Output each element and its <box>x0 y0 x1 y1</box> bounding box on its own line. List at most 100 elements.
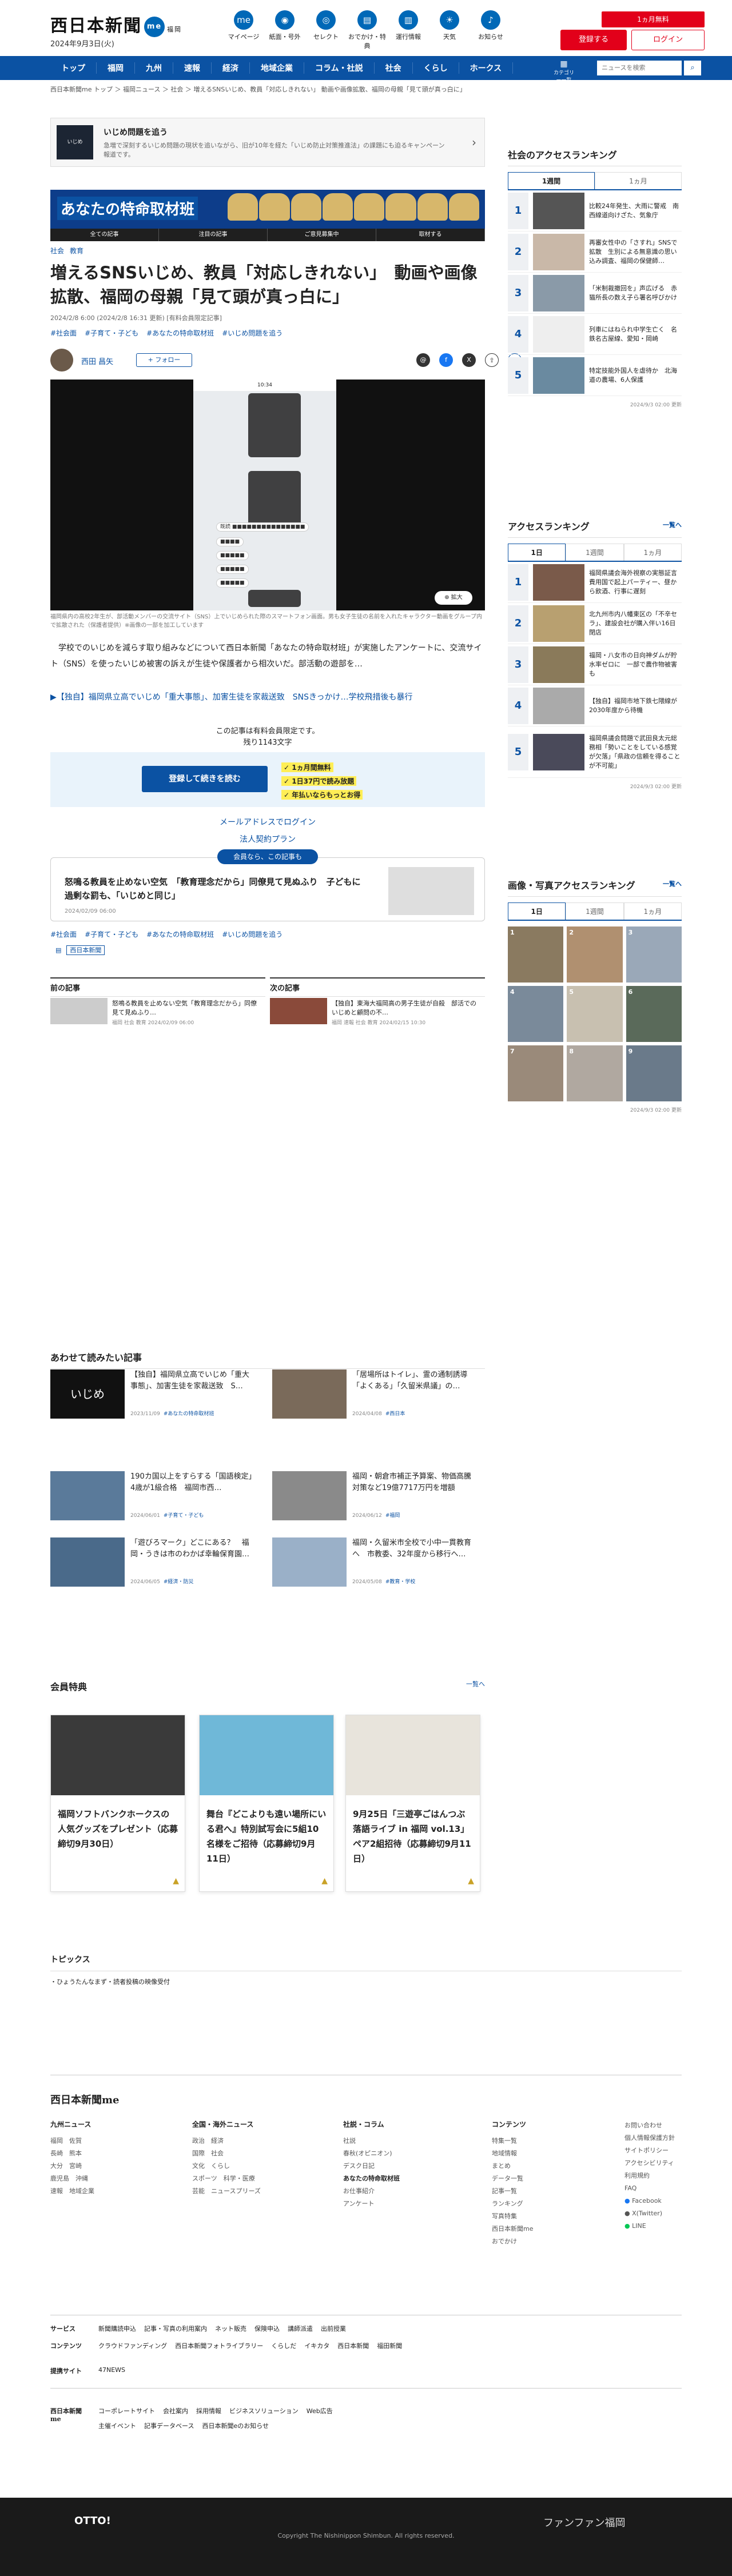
ranking-item[interactable]: 4 【独自】福岡市地下鉄七隈線が2030年度から待機 <box>508 685 682 726</box>
member-card[interactable]: 舞台『どこよりも遠い場所にいる君へ』特別試写会に5組10名様をご招待（応募締切9… <box>199 1715 334 1892</box>
threads-icon[interactable]: @ <box>416 353 430 367</box>
category-menu-button[interactable]: ▦ カテゴリー一覧 <box>554 59 574 83</box>
footer-links[interactable]: 政治 経済 国際 社会 文化 くらし スポーツ 科学・医療 芸能 ニュースプリーズ <box>192 2135 261 2198</box>
topics-item[interactable]: ・ひょうたんなまず・読者投稿の映像受付 <box>50 1971 682 1992</box>
tab-month[interactable]: 1ヵ月 <box>623 902 682 920</box>
nav-society[interactable]: 社会 <box>375 62 413 74</box>
tag-link[interactable]: #子育て・子ども <box>85 328 138 338</box>
author-name[interactable]: 西田 昌矢 <box>81 356 113 366</box>
tag-link[interactable]: #いじめ問題を追う <box>222 929 283 939</box>
tab-month[interactable]: 1ヵ月 <box>595 172 682 189</box>
paper-link[interactable]: ◉ 紙面・号外 <box>264 10 305 50</box>
ranking-item[interactable]: 1 比較24年発生、大雨に警戒 南西線道向けざた、気象庁 <box>508 190 682 231</box>
nav-life[interactable]: くらし <box>413 62 459 74</box>
tag-link[interactable]: #あなたの特命取材班 <box>146 328 214 338</box>
site-logo[interactable]: 西日本新聞 me 福岡 <box>50 11 182 37</box>
member-card[interactable]: 9月25日「三遊亭ごはんつぶ落語ライブ in 福岡 vol.13」ペア2組招待（… <box>345 1715 480 1892</box>
read-item[interactable]: 福岡・朝倉市補正予算案、物価高騰対策など19億7717万円を増額 2024/06/… <box>272 1471 484 1524</box>
photo-tile[interactable]: 2 <box>567 926 623 983</box>
read-item[interactable]: 「居場所はトイレ」、霊の通制誘導「よくある」「久留米県議」の… 2024/04/0… <box>272 1369 484 1422</box>
related-article-link[interactable]: ▶【独自】福岡県立高でいじめ「重大事態」、加害生徒を家裁送致 SNSきっかけ…学… <box>50 690 485 704</box>
x-icon[interactable]: X <box>462 353 476 367</box>
access-more-link[interactable]: 一覧へ <box>663 520 682 529</box>
footer-links[interactable]: お問い合わせ 個人情報保護方針 サイトポリシー アクセシビリティ 利用規約 FAQ ● Fa… <box>624 2119 675 2232</box>
tab-day[interactable]: 1日 <box>508 544 566 561</box>
footer-links[interactable]: 社説 春秋(オピニオン) デスク日記 あなたの特命取材班 お仕事紹介 アンケート <box>343 2135 400 2210</box>
train-link[interactable]: ▥ 運行情報 <box>388 10 429 50</box>
register-button[interactable]: 登録する <box>560 30 627 50</box>
ranking-item[interactable]: 5 福岡県議会問題で武田良太元総務相「勢いことをしている感覚が欠落」「県政の信頼を… <box>508 726 682 778</box>
nav-top[interactable]: トップ <box>50 62 97 74</box>
ijime-campaign-box[interactable]: いじめ いじめ問題を追う 急増で深刻するいじめ問題の現状を追いながら、旧が10年… <box>50 118 485 167</box>
ranking-item[interactable]: 4 列車にはねられ中学生亡く 名鉄名古屋線、愛知・岡崎 <box>508 314 682 355</box>
nav-local-business[interactable]: 地域企業 <box>250 62 304 74</box>
fanfan-logo[interactable]: ファンファン福岡 <box>543 2515 625 2530</box>
corporate-plan-link[interactable]: 法人契約プラン <box>50 833 485 845</box>
photo-tile[interactable]: 4 <box>508 986 564 1042</box>
tag-link[interactable]: #あなたの特命取材班 <box>146 929 214 939</box>
nav-hawks[interactable]: ホークス <box>459 62 514 74</box>
share-icon[interactable]: ⇪ <box>485 353 499 367</box>
category-education[interactable]: 教育 <box>70 247 83 255</box>
notice-link[interactable]: ♪ お知らせ <box>470 10 511 50</box>
tab-week[interactable]: 1週間 <box>566 902 624 920</box>
ranking-item[interactable]: 5 特定技能外国人を虐待か 北海道の農場、6人保護 <box>508 355 682 396</box>
photo-tile[interactable]: 8 <box>567 1045 623 1101</box>
photo-tile[interactable]: 9 <box>626 1045 682 1101</box>
zoom-button[interactable]: ⊕ 拡大 <box>435 591 472 605</box>
mypage-link[interactable]: me マイページ <box>223 10 264 50</box>
banner-menu-opinion[interactable]: ご意見募集中 <box>268 229 376 241</box>
ranking-item[interactable]: 2 北九州市内八幡東区の「不辛セラ」、建設会社が購入伴い16日閉店 <box>508 603 682 644</box>
members-more-link[interactable]: 一覧へ <box>466 1679 485 1688</box>
photo-tile[interactable]: 3 <box>626 926 682 983</box>
nav-fukuoka[interactable]: 福岡 <box>97 62 135 74</box>
read-item[interactable]: 福岡・久留米市全校で小中一貫教育へ 市教委、32年度から移行へ… 2024/05/… <box>272 1537 484 1590</box>
tag-link[interactable]: #子育て・子ども <box>85 929 138 939</box>
next-article[interactable]: 次の記事 【独自】東海大福岡高の男子生徒が自殺 部活でのいじめと顧問の不… 福岡… <box>270 977 485 1027</box>
nav-kyushu[interactable]: 九州 <box>135 62 173 74</box>
banner-menu-request[interactable]: 取材する <box>376 229 485 241</box>
otto-logo[interactable]: OTTO! <box>74 2515 111 2527</box>
source-label[interactable]: 西日本新聞 <box>66 945 105 955</box>
nav-economy[interactable]: 経済 <box>212 62 250 74</box>
search-icon[interactable]: ⌕ <box>684 61 701 75</box>
tag-link[interactable]: #社会面 <box>50 328 77 338</box>
tab-week[interactable]: 1週間 <box>566 544 624 561</box>
login-button[interactable]: ログイン <box>631 30 705 50</box>
tab-week[interactable]: 1週間 <box>508 172 595 189</box>
free-trial-button[interactable]: 1ヵ月無料 <box>602 11 705 27</box>
banner-menu-featured[interactable]: 注目の記事 <box>159 229 268 241</box>
read-item[interactable]: 190カ国以上をすらする「国語検定」4歳が1級合格 福岡市西… 2024/06/0… <box>50 1471 262 1524</box>
select-link[interactable]: ◎ セレクト <box>305 10 347 50</box>
follow-button[interactable]: + フォロー <box>136 353 192 367</box>
read-item[interactable]: 「遊びろマーク」どこにある？ 福岡・うきは市のわかば幸輪保育園… 2024/06/… <box>50 1537 262 1590</box>
photo-tile[interactable]: 5 <box>567 986 623 1042</box>
photo-tile[interactable]: 6 <box>626 986 682 1042</box>
ranking-item[interactable]: 3 「米制裁撤回を」声広げる 赤猫所長の数え子ら署名呼びかけ <box>508 273 682 314</box>
search-input[interactable] <box>597 61 682 75</box>
category-society[interactable]: 社会 <box>50 247 64 255</box>
nav-column[interactable]: コラム・社説 <box>304 62 375 74</box>
outing-link[interactable]: ▤ おでかけ・特典 <box>347 10 388 50</box>
tag-link[interactable]: #いじめ問題を追う <box>222 328 283 338</box>
avatar[interactable] <box>50 349 73 372</box>
email-login-link[interactable]: メールアドレスでログイン <box>50 816 485 828</box>
footer-links[interactable]: 特集一覧 地域情報 まとめ データ一覧 記事一覧 ランキング 写真特集 西日本新聞me おでかけ <box>492 2135 533 2248</box>
ranking-item[interactable]: 2 再審女性中の「さすれ」SNSで拡散 生別による無意識の思い込み調査、福岡の保健… <box>508 231 682 273</box>
banner-menu-all[interactable]: 全ての記事 <box>50 229 159 241</box>
tab-month[interactable]: 1ヵ月 <box>623 544 682 561</box>
member-card[interactable]: 福岡ソフトバンクホークスの人気グッズをプレゼント（応募締切9月30日） ▲ <box>50 1715 185 1892</box>
subscribe-read-button[interactable]: 登録して続きを読む <box>142 766 268 792</box>
photo-tile[interactable]: 1 <box>508 926 564 983</box>
ranking-item[interactable]: 1 福岡県議会海外視察の実態証言 費用国で起上パーティー、昼から飲酒、行事に遅刻 <box>508 562 683 603</box>
photo-more-link[interactable]: 一覧へ <box>663 879 682 888</box>
nav-breaking[interactable]: 速報 <box>173 62 212 74</box>
ranking-item[interactable]: 3 福岡・八女市の日向神ダムが貯水率ゼロに 一部で農作物被害も <box>508 644 682 685</box>
tab-day[interactable]: 1日 <box>508 902 566 920</box>
prev-article[interactable]: 前の記事 怒鳴る教員を止めない空気「教育理念だから」同僚見て見ぬふり… 福岡 社… <box>50 977 265 1027</box>
photo-tile[interactable]: 7 <box>508 1045 564 1101</box>
tag-link[interactable]: #社会面 <box>50 929 77 939</box>
weather-link[interactable]: ☀ 天気 <box>429 10 470 50</box>
read-item[interactable]: いじめ 【独自】福岡県立高でいじめ「重大事態」、加害生徒を家裁送致 S… 2023/… <box>50 1369 262 1422</box>
facebook-icon[interactable]: f <box>439 353 453 367</box>
